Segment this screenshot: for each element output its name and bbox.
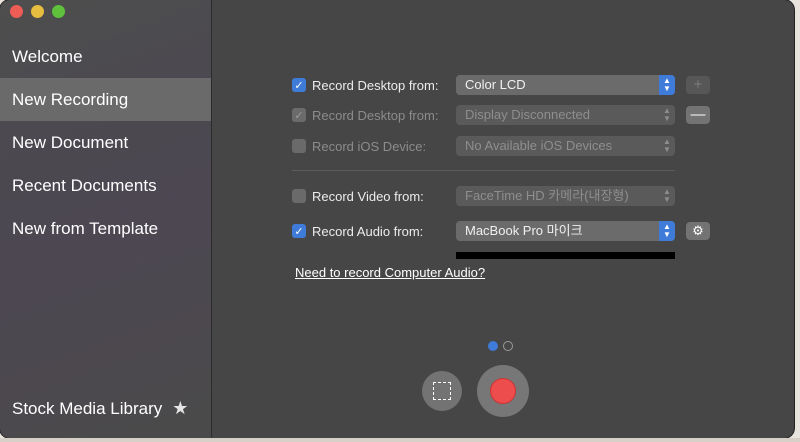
record-desktop-label-1: Record Desktop from: — [312, 77, 439, 93]
stock-media-library[interactable]: Stock Media Library ★ — [12, 398, 188, 419]
ios-device-value: No Available iOS Devices — [465, 138, 613, 153]
sidebar-item-welcome[interactable]: Welcome — [0, 35, 211, 78]
record-audio-checkbox[interactable]: ✓ — [292, 224, 306, 238]
chevron-updown-icon: ▲ ▼ — [663, 137, 671, 154]
audio-source-select[interactable]: MacBook Pro 마이크 ▲ ▼ — [456, 221, 675, 241]
sidebar: Welcome New Recording New Document Recen… — [0, 0, 212, 438]
record-ios-label: Record iOS Device: — [312, 138, 427, 154]
chevron-updown-icon: ▲ ▼ — [663, 187, 671, 204]
traffic-lights — [10, 5, 65, 18]
desktop-source-value-2: Display Disconnected — [465, 107, 591, 122]
ios-device-select[interactable]: No Available iOS Devices ▲ ▼ — [456, 136, 675, 156]
desktop-source-select-1[interactable]: Color LCD ▲ ▼ — [456, 75, 675, 95]
app-window: Welcome New Recording New Document Recen… — [0, 0, 794, 438]
sidebar-item-recent-documents[interactable]: Recent Documents — [0, 164, 211, 207]
page-dot-2[interactable] — [503, 341, 513, 351]
add-display-button[interactable]: + — [686, 76, 710, 94]
minimize-button[interactable] — [31, 5, 44, 18]
record-desktop-row-1: ✓ Record Desktop from: — [292, 75, 462, 95]
record-video-label: Record Video from: — [312, 188, 424, 204]
star-icon[interactable]: ★ — [172, 398, 188, 419]
record-video-checkbox[interactable] — [292, 189, 306, 203]
sidebar-item-new-document[interactable]: New Document — [0, 121, 211, 164]
stock-media-label: Stock Media Library — [12, 398, 163, 418]
dashed-selection-icon — [433, 382, 451, 400]
record-button[interactable] — [477, 365, 529, 417]
chevron-updown-icon: ▲ ▼ — [659, 221, 675, 241]
record-dot-icon — [490, 378, 516, 404]
record-video-row: Record Video from: — [292, 186, 462, 206]
chevron-updown-icon: ▲ ▼ — [663, 106, 671, 123]
section-divider — [292, 170, 675, 171]
record-audio-row: ✓ Record Audio from: — [292, 221, 462, 241]
video-source-value: FaceTime HD 카메라(내장형) — [465, 188, 629, 203]
close-button[interactable] — [10, 5, 23, 18]
remove-display-button[interactable]: — — [686, 106, 710, 124]
chevron-updown-icon: ▲ ▼ — [659, 75, 675, 95]
audio-settings-button[interactable]: ⚙ — [686, 222, 710, 240]
record-desktop-checkbox-1[interactable]: ✓ — [292, 78, 306, 92]
recording-panel: ✓ Record Desktop from: Color LCD ▲ ▼ + ✓ … — [213, 0, 794, 438]
video-source-select[interactable]: FaceTime HD 카메라(내장형) ▲ ▼ — [456, 186, 675, 206]
sidebar-item-new-from-template[interactable]: New from Template — [0, 207, 211, 250]
zoom-button[interactable] — [52, 5, 65, 18]
background-strip — [0, 438, 800, 442]
record-ios-checkbox[interactable] — [292, 139, 306, 153]
record-desktop-row-2: ✓ Record Desktop from: — [292, 105, 462, 125]
desktop-source-value-1: Color LCD — [465, 77, 526, 92]
record-audio-label: Record Audio from: — [312, 223, 424, 239]
page-dot-1[interactable] — [488, 341, 498, 351]
select-area-button[interactable] — [422, 371, 462, 411]
audio-level-meter — [456, 252, 675, 259]
sidebar-nav: Welcome New Recording New Document Recen… — [0, 35, 211, 250]
record-ios-row: Record iOS Device: — [292, 136, 462, 156]
record-desktop-checkbox-2[interactable]: ✓ — [292, 108, 306, 122]
desktop-source-select-2[interactable]: Display Disconnected ▲ ▼ — [456, 105, 675, 125]
gear-icon: ⚙ — [692, 223, 704, 238]
record-desktop-label-2: Record Desktop from: — [312, 107, 439, 123]
audio-source-value: MacBook Pro 마이크 — [465, 223, 583, 238]
page-indicator — [488, 341, 513, 351]
sidebar-item-new-recording[interactable]: New Recording — [0, 78, 211, 121]
computer-audio-link[interactable]: Need to record Computer Audio? — [295, 265, 485, 280]
